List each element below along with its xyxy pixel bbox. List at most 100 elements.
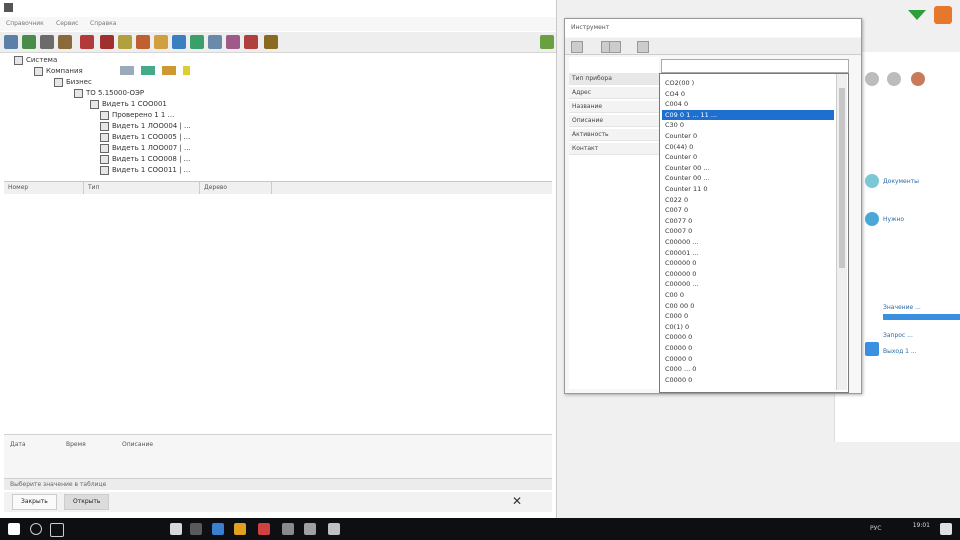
edit-icon[interactable] <box>571 41 583 53</box>
menu-item-service[interactable]: Сервис <box>56 20 78 27</box>
tree-item[interactable]: Видеть 1 СОО001 <box>90 99 167 109</box>
app-icon[interactable] <box>282 523 294 535</box>
dropdown-option[interactable]: C0(1) 0 <box>662 322 834 332</box>
dropdown-option[interactable]: C000 ... 0 <box>662 364 834 374</box>
grid-icon[interactable] <box>40 35 54 49</box>
folder-icon[interactable] <box>865 212 879 226</box>
right-entry[interactable]: Нужно <box>883 216 904 223</box>
dropdown-option[interactable]: C00001 ... <box>662 248 834 258</box>
dropdown-option[interactable]: C00 0 <box>662 290 834 300</box>
right-entry[interactable]: Значение ... <box>883 304 921 311</box>
search-icon[interactable] <box>30 523 42 535</box>
tree-root[interactable]: Система <box>14 55 57 65</box>
notification-icon[interactable] <box>940 523 952 535</box>
import-icon[interactable] <box>190 35 204 49</box>
dropdown-option[interactable]: C0000 0 <box>662 332 834 342</box>
app-icon[interactable] <box>304 523 316 535</box>
app-icon[interactable] <box>258 523 270 535</box>
dropdown-option[interactable]: C09 0 1 ... 11 ... <box>662 109 834 120</box>
dropdown-option[interactable]: Counter 00 ... <box>662 173 834 183</box>
device-type-combo[interactable] <box>661 59 849 73</box>
dropdown-scrollbar[interactable] <box>836 74 847 390</box>
link-icon[interactable] <box>226 35 240 49</box>
next-icon[interactable] <box>637 41 649 53</box>
app-badge-icon[interactable] <box>934 6 952 24</box>
dropdown-option[interactable]: C00000 0 <box>662 269 834 279</box>
doc-icon[interactable] <box>865 174 879 188</box>
dropdown-option[interactable]: C0(44) 0 <box>662 142 834 152</box>
dropdown-option[interactable]: Counter 11 0 <box>662 184 834 194</box>
scrollbar-thumb[interactable] <box>839 88 845 268</box>
column-header-type[interactable]: Тип <box>84 182 200 194</box>
dropdown-option[interactable]: Counter 0 <box>662 152 834 162</box>
tree-node[interactable]: Бизнес <box>54 77 92 87</box>
column-header-tree[interactable]: Дерево <box>200 182 272 194</box>
dropdown-option[interactable]: C007 0 <box>662 205 834 215</box>
language-indicator[interactable]: РУС <box>870 525 881 532</box>
tree-item[interactable]: Видеть 1 ЛОО004 | ... <box>100 121 191 131</box>
tray-clock[interactable]: 19:01 <box>913 522 930 529</box>
menu-item-help[interactable]: Справка <box>90 20 116 27</box>
tree-node[interactable]: Компания <box>34 66 83 76</box>
tree-node[interactable]: ТО 5.15000-ОЭР <box>74 88 144 98</box>
close-tab[interactable]: Закрыть <box>12 494 57 510</box>
chart-icon[interactable] <box>118 35 132 49</box>
right-entry[interactable]: Документы <box>883 178 919 185</box>
dropdown-option[interactable]: C0000 0 <box>662 375 834 385</box>
column-header-number[interactable]: Номер <box>4 182 84 194</box>
dropdown-option[interactable]: C0007 0 <box>662 226 834 236</box>
alert-icon[interactable] <box>136 35 150 49</box>
close-icon[interactable]: ✕ <box>510 494 524 508</box>
power-icon[interactable] <box>100 35 114 49</box>
dropdown-option[interactable]: Counter 0 <box>662 131 834 141</box>
new-icon[interactable] <box>4 35 18 49</box>
dropdown-option[interactable]: C0000 0 <box>662 343 834 353</box>
menu-item-reference[interactable]: Справочник <box>6 20 44 27</box>
dropdown-option[interactable]: C30 0 <box>662 120 834 130</box>
tree-item[interactable]: Видеть 1 СОО005 | ... <box>100 132 190 142</box>
arrow-down-icon[interactable] <box>264 35 278 49</box>
app-icon[interactable] <box>212 523 224 535</box>
refresh-icon[interactable] <box>540 35 554 49</box>
dropdown-option[interactable]: Counter 00 ... <box>662 163 834 173</box>
nav-icon[interactable] <box>865 72 879 86</box>
dropdown-option[interactable]: C00 00 0 <box>662 301 834 311</box>
app-icon[interactable] <box>190 523 202 535</box>
pen-icon[interactable] <box>609 41 621 53</box>
right-entry[interactable]: Выход 1 ... <box>883 348 917 355</box>
dropdown-option[interactable]: CO2(00 ) <box>662 78 834 88</box>
tree-item[interactable]: Проверено 1 1 ... <box>100 110 174 120</box>
tool-icon[interactable] <box>58 35 72 49</box>
dropdown-option[interactable]: C000 0 <box>662 311 834 321</box>
tree-item[interactable]: Видеть 1 СОО011 | ... <box>100 165 190 175</box>
dropdown-option[interactable]: C0077 0 <box>662 216 834 226</box>
open-tab[interactable]: Открыть <box>64 494 110 510</box>
folder-icon[interactable] <box>154 35 168 49</box>
dropdown-option[interactable]: C00000 0 <box>662 258 834 268</box>
avatar[interactable] <box>911 72 925 86</box>
app-icon[interactable] <box>328 523 340 535</box>
config-icon[interactable] <box>208 35 222 49</box>
tree-item[interactable]: Видеть 1 СОО008 | ... <box>100 154 190 164</box>
green-arrow-icon[interactable] <box>908 10 926 20</box>
record-icon[interactable] <box>80 35 94 49</box>
dropdown-option[interactable]: C022 0 <box>662 195 834 205</box>
start-icon[interactable] <box>8 523 20 535</box>
print-icon[interactable] <box>244 35 258 49</box>
dropdown-option[interactable]: C00000 ... <box>662 279 834 289</box>
app-icon[interactable] <box>170 523 182 535</box>
device-type-dropdown-list[interactable]: CO2(00 ) CO4 0 C004 0 C09 0 1 ... 11 ... C30… <box>659 73 849 393</box>
right-entry[interactable]: Запрос ... <box>883 332 913 339</box>
dropdown-option[interactable]: C004 0 <box>662 99 834 109</box>
bell-icon[interactable] <box>887 72 901 86</box>
app-icon[interactable] <box>234 523 246 535</box>
dropdown-option[interactable]: C0000 0 <box>662 354 834 364</box>
export-icon[interactable] <box>172 35 186 49</box>
cube-icon[interactable] <box>865 342 879 356</box>
dropdown-option[interactable]: C00000 ... <box>662 237 834 247</box>
grid-body[interactable] <box>4 194 552 434</box>
table-icon[interactable] <box>22 35 36 49</box>
dropdown-option[interactable]: CO4 0 <box>662 89 834 99</box>
tree-item[interactable]: Видеть 1 ЛОО007 | ... <box>100 143 191 153</box>
taskview-icon[interactable] <box>50 523 64 537</box>
